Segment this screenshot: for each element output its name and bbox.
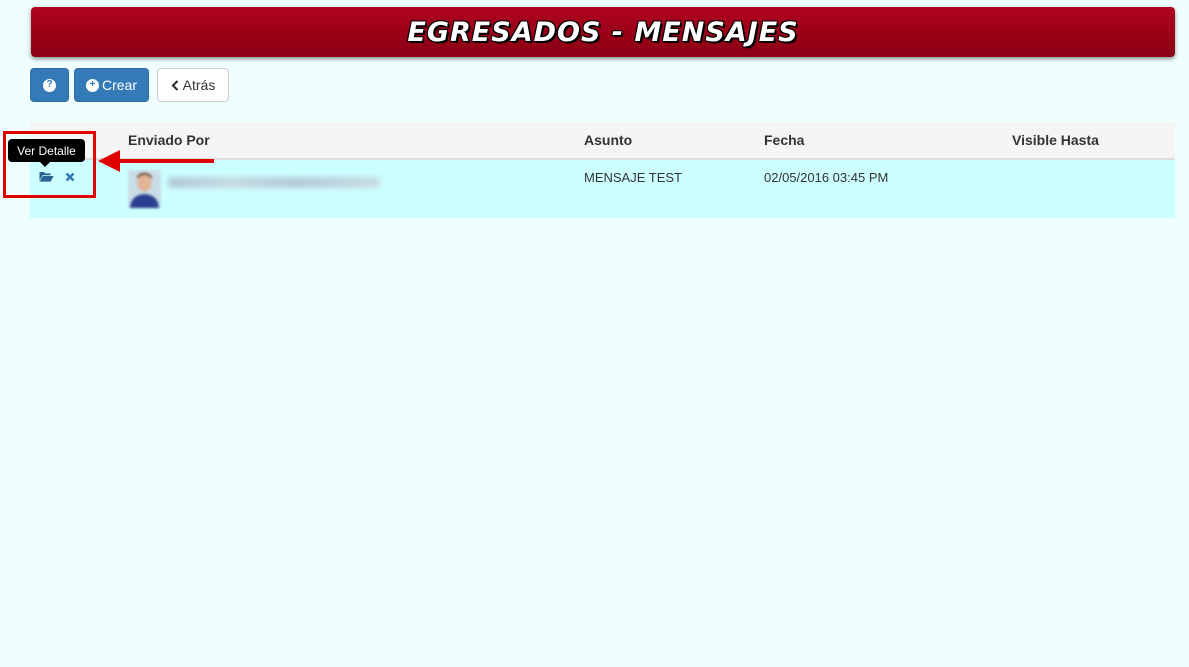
page-title: EGRESADOS - MENSAJES [407, 16, 799, 48]
message-date: 02/05/2016 03:45 PM [764, 170, 889, 185]
create-button[interactable]: + Crear [74, 68, 149, 102]
help-button[interactable]: ? [30, 68, 69, 102]
column-header-visible-until[interactable]: Visible Hasta [1012, 132, 1099, 148]
question-circle-icon: ? [43, 78, 56, 92]
column-header-date[interactable]: Fecha [764, 132, 804, 148]
sender-avatar [128, 170, 161, 208]
back-button[interactable]: Atrás [157, 68, 229, 102]
sender-name-blurred [168, 177, 380, 188]
back-button-label: Atrás [182, 77, 216, 93]
message-subject: MENSAJE TEST [584, 170, 683, 185]
create-button-label: Crear [101, 77, 137, 93]
annotation-highlight-box [3, 131, 96, 198]
column-header-subject[interactable]: Asunto [584, 132, 632, 148]
annotation-arrow-icon [98, 150, 214, 172]
chevron-left-icon [171, 79, 179, 91]
column-header-sender[interactable]: Enviado Por [128, 132, 210, 148]
plus-circle-icon: + [85, 78, 99, 92]
page-header-banner: EGRESADOS - MENSAJES [31, 7, 1175, 57]
